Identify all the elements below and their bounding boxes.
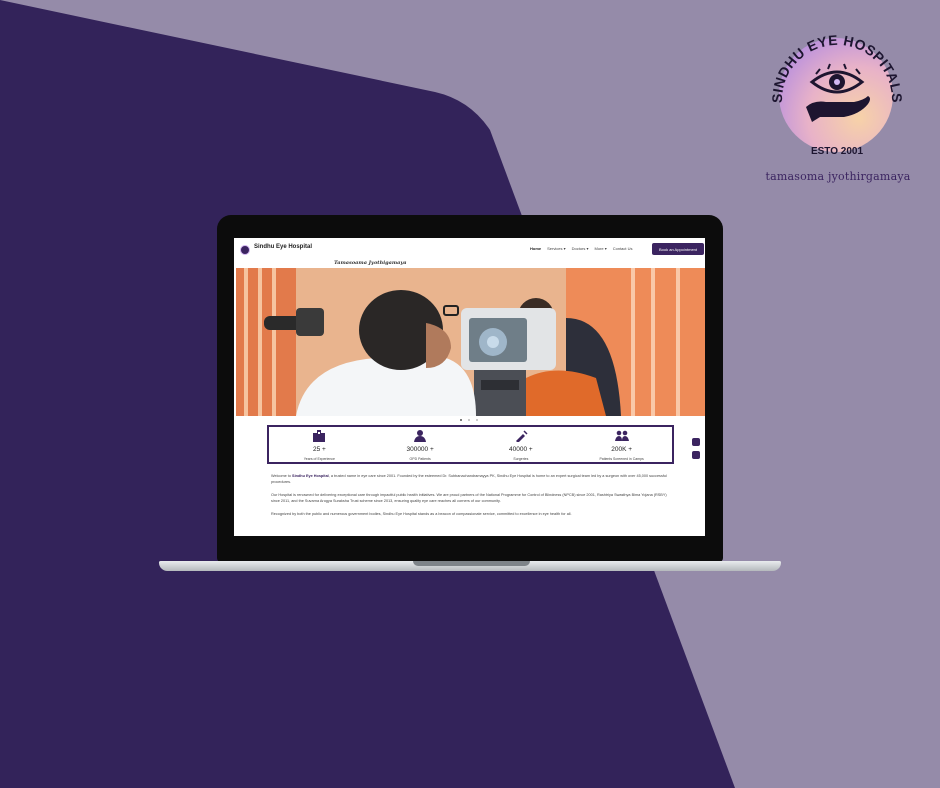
- hero-image: [236, 268, 705, 416]
- stat-surgeries: 40000 + Surgeries: [471, 427, 572, 462]
- book-appointment-button[interactable]: Book an Appointment: [652, 243, 704, 255]
- recognition-paragraph: Recognized by both the public and numero…: [271, 512, 572, 516]
- nav-doctors[interactable]: Doctors ▾: [572, 246, 589, 251]
- website-screen: Sindhu Eye Hospital Home Services ▾ Doct…: [234, 238, 705, 536]
- main-nav: Home Services ▾ Doctors ▾ More ▾ Contact…: [530, 246, 633, 251]
- partners-paragraph: Our Hospital is renowned for delivering …: [271, 493, 667, 503]
- hand-icon: [806, 96, 870, 122]
- carousel-dot[interactable]: [468, 419, 470, 421]
- site-brand[interactable]: Sindhu Eye Hospital: [254, 244, 312, 250]
- stat-camps: 200K + Patients Screened in Camps: [571, 427, 672, 462]
- doctor-icon: [414, 430, 427, 442]
- nav-home[interactable]: Home: [530, 246, 541, 251]
- stats-panel: 25 + Years of Experience 300000 + OPD Pa…: [267, 425, 674, 464]
- hospital-icon: [313, 430, 326, 442]
- nav-more[interactable]: More ▾: [595, 246, 607, 251]
- carousel-indicators: [460, 419, 478, 421]
- nav-services[interactable]: Services ▾: [547, 246, 565, 251]
- site-motto: Tamasoama Jyothigamaya: [334, 260, 407, 266]
- svg-text:ESTO 2001: ESTO 2001: [811, 146, 864, 157]
- carousel-dot[interactable]: [476, 419, 478, 421]
- whatsapp-icon[interactable]: [692, 438, 700, 446]
- nav-contact[interactable]: Contact Us: [613, 246, 633, 251]
- hospital-logo: SINDHU EYE HOSPITALS ESTO 2001: [769, 32, 905, 157]
- logo-tagline: tamasoma jyothirgamaya: [765, 170, 911, 183]
- site-logo-icon[interactable]: [240, 245, 250, 255]
- intro-paragraph: Welcome to Sindhu Eye Hospital, a truste…: [271, 474, 667, 484]
- carousel-dot[interactable]: [460, 419, 462, 421]
- eye-icon: [809, 63, 865, 94]
- people-icon: [614, 430, 629, 441]
- laptop-notch: [413, 561, 530, 566]
- stat-opd: 300000 + OPD Patients: [370, 427, 471, 462]
- syringe-icon: [515, 430, 528, 442]
- stat-years: 25 + Years of Experience: [269, 427, 370, 462]
- calendar-icon[interactable]: [692, 451, 700, 459]
